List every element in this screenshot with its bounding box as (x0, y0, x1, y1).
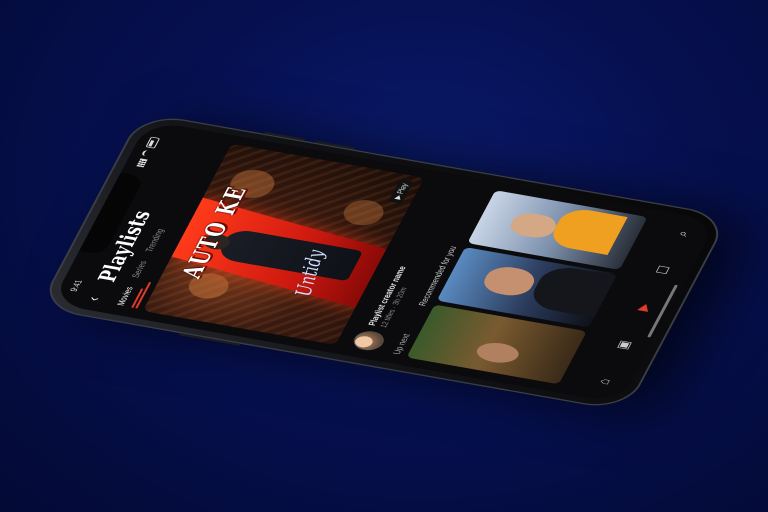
status-time: 9:41 (68, 279, 85, 293)
nav-home-icon[interactable]: ⌂ (594, 377, 613, 385)
info-text: Playlist creator name 12 titles · 3h 20m (366, 265, 419, 328)
wifi-icon (140, 149, 153, 158)
nav-library-icon[interactable]: ▣ (612, 339, 634, 351)
battery-icon (144, 136, 160, 149)
nav-play-icon[interactable]: ▶ (632, 302, 653, 312)
avatar[interactable] (349, 329, 388, 353)
tab-trending[interactable]: Trending (143, 228, 173, 254)
back-arrow-icon[interactable]: ‹ (85, 296, 105, 303)
phone-device: 9:41 ‹ Playlists Movies Series Trending (37, 112, 731, 412)
nav-search-icon[interactable]: ⌕ (672, 229, 692, 237)
phone-screen: 9:41 ‹ Playlists Movies Series Trending (51, 120, 717, 404)
signal-icon (135, 158, 148, 168)
tab-series[interactable]: Series (130, 260, 157, 280)
nav-downloads-icon[interactable]: ☐ (652, 264, 674, 275)
scene: 9:41 ‹ Playlists Movies Series Trending (0, 0, 768, 512)
